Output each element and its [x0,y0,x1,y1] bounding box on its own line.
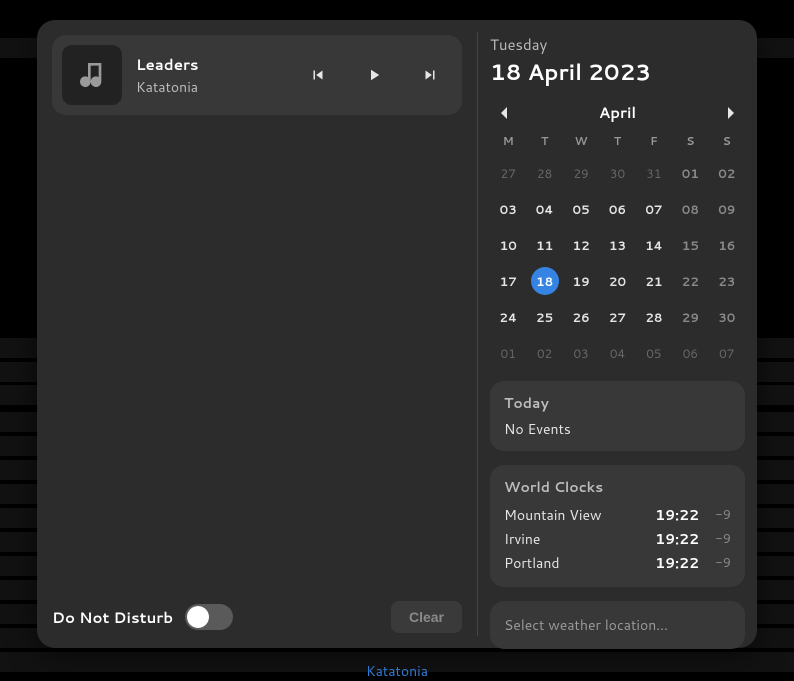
track-title: Leaders [136,54,294,75]
calendar-day[interactable]: 02 [531,339,559,367]
calendar-day[interactable]: 01 [494,339,522,367]
calendar-day[interactable]: 29 [567,159,595,187]
calendar-day[interactable]: 27 [494,159,522,187]
calendar-header: April [490,102,745,123]
calendar-day[interactable]: 27 [603,303,631,331]
calendar-day[interactable]: 25 [531,303,559,331]
world-clocks-heading: World Clocks [504,477,731,497]
world-clock-time: 19:22 [655,529,699,549]
world-clocks-section[interactable]: World Clocks Mountain View19:22-9Irvine1… [490,465,745,587]
notifications-footer: Do Not Disturb Clear [52,601,462,633]
track-artist: Katatonia [136,77,294,97]
events-heading: Today [504,393,731,413]
world-clock-row: Portland19:22 -9 [504,551,731,575]
world-clock-offset: -9 [711,506,731,524]
calendar-day[interactable]: 24 [494,303,522,331]
world-clock-row: Irvine19:22 -9 [504,527,731,551]
calendar-dow: T [526,129,562,151]
calendar-day[interactable]: 06 [676,339,704,367]
media-player-card: Leaders Katatonia [52,35,462,115]
world-clocks-list: Mountain View19:22-9Irvine19:22-9Portlan… [504,503,731,575]
notifications-panel: Leaders Katatonia Do Not Disturb Clear [37,20,477,648]
weather-placeholder: Select weather location… [504,615,668,635]
calendar-day[interactable]: 08 [676,195,704,223]
dnd-toggle[interactable] [185,604,233,630]
calendar-day-selected[interactable]: 18 [531,267,559,295]
calendar-day[interactable]: 19 [567,267,595,295]
world-clock-city: Irvine [504,529,655,549]
calendar-day[interactable]: 22 [676,267,704,295]
world-clock-offset: -9 [711,554,731,572]
calendar-day[interactable]: 14 [640,231,668,259]
prev-month-button[interactable] [494,103,514,123]
weekday-label: Tuesday [490,34,745,55]
calendar-day[interactable]: 28 [640,303,668,331]
calendar-day[interactable]: 04 [531,195,559,223]
dnd-toggle-knob [187,606,209,628]
date-header: Tuesday 18 April 2023 [490,34,745,88]
calendar-day[interactable]: 03 [567,339,595,367]
calendar-day[interactable]: 05 [567,195,595,223]
weather-location-button[interactable]: Select weather location… [490,601,745,649]
calendar-day[interactable]: 04 [603,339,631,367]
calendar-dow: T [599,129,635,151]
calendar-grid: MTWTFSS272829303101020304050607080910111… [490,129,745,367]
calendar-day[interactable]: 11 [531,231,559,259]
world-clock-offset: -9 [711,530,731,548]
calendar-day[interactable]: 03 [494,195,522,223]
next-month-button[interactable] [721,103,741,123]
calendar-day[interactable]: 15 [676,231,704,259]
calendar-day[interactable]: 13 [603,231,631,259]
media-controls [308,65,448,85]
calendar-day[interactable]: 02 [713,159,741,187]
calendar-day[interactable]: 12 [567,231,595,259]
calendar-day[interactable]: 21 [640,267,668,295]
next-track-button[interactable] [420,65,440,85]
calendar-day[interactable]: 05 [640,339,668,367]
calendar-dow: S [709,129,745,151]
calendar-day[interactable]: 06 [603,195,631,223]
calendar-dow: W [563,129,599,151]
clear-button[interactable]: Clear [391,601,462,633]
calendar-dow: M [490,129,526,151]
calendar-dow: S [672,129,708,151]
calendar-panel: Tuesday 18 April 2023 April MTWTFSS27282… [478,20,757,648]
calendar-day[interactable]: 23 [713,267,741,295]
background-artist-label: Katatonia [0,661,794,681]
calendar-day[interactable]: 16 [713,231,741,259]
calendar-dow: F [636,129,672,151]
full-date-label: 18 April 2023 [490,57,745,88]
calendar-day[interactable]: 10 [494,231,522,259]
calendar-day[interactable]: 01 [676,159,704,187]
calendar-day[interactable]: 28 [531,159,559,187]
world-clock-row: Mountain View19:22 -9 [504,503,731,527]
notification-calendar-popover: Leaders Katatonia Do Not Disturb Clear [37,20,757,648]
media-info: Leaders Katatonia [136,54,294,97]
events-empty-label: No Events [504,419,731,439]
previous-track-button[interactable] [308,65,328,85]
calendar-day[interactable]: 07 [640,195,668,223]
calendar-month-label: April [599,102,636,123]
calendar-day[interactable]: 30 [603,159,631,187]
calendar-day[interactable]: 31 [640,159,668,187]
world-clock-time: 19:22 [655,505,699,525]
dnd-label: Do Not Disturb [52,607,173,628]
music-icon [62,45,122,105]
calendar-day[interactable]: 07 [713,339,741,367]
play-button[interactable] [364,65,384,85]
world-clock-city: Portland [504,553,655,573]
world-clock-city: Mountain View [504,505,655,525]
calendar-day[interactable]: 17 [494,267,522,295]
events-section[interactable]: Today No Events [490,381,745,451]
calendar-day[interactable]: 30 [713,303,741,331]
calendar-day[interactable]: 26 [567,303,595,331]
calendar-day[interactable]: 20 [603,267,631,295]
world-clock-time: 19:22 [655,553,699,573]
calendar-day[interactable]: 09 [713,195,741,223]
calendar-day[interactable]: 29 [676,303,704,331]
calendar: April MTWTFSS272829303101020304050607080… [490,102,745,367]
